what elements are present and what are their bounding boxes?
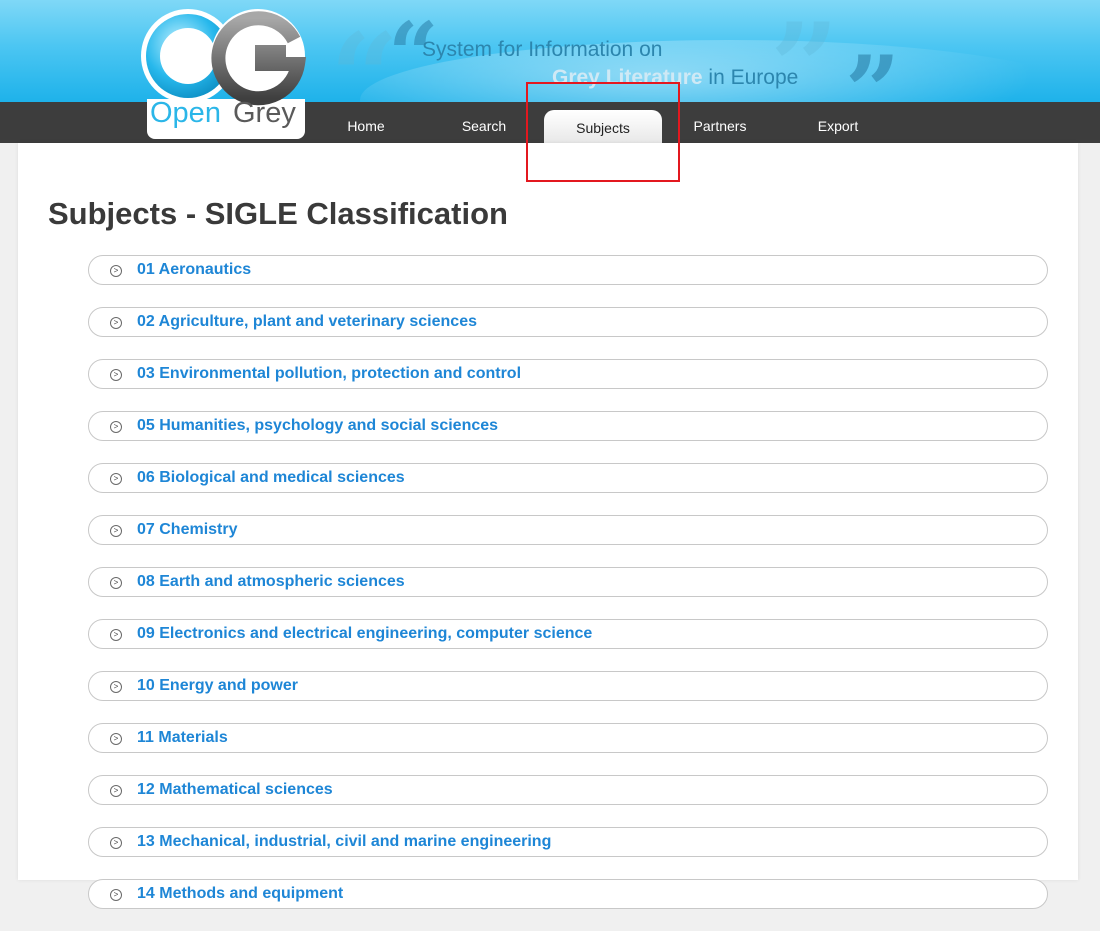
subject-item[interactable]: >08 Earth and atmospheric sciences	[88, 567, 1048, 597]
subject-link[interactable]: 07 Chemistry	[137, 521, 238, 539]
subject-link[interactable]: 05 Humanities, psychology and social sci…	[137, 417, 498, 435]
subject-link[interactable]: 02 Agriculture, plant and veterinary sci…	[137, 313, 477, 331]
nav-home[interactable]: Home	[307, 102, 425, 143]
subject-item[interactable]: >07 Chemistry	[88, 515, 1048, 545]
close-quote-icon: ”	[845, 35, 901, 103]
expand-arrow-icon: >	[110, 317, 122, 329]
subject-link[interactable]: 10 Energy and power	[137, 677, 298, 695]
subject-link[interactable]: 11 Materials	[137, 729, 228, 747]
subject-link[interactable]: 03 Environmental pollution, protection a…	[137, 365, 521, 383]
expand-arrow-icon: >	[110, 525, 122, 537]
expand-arrow-icon: >	[110, 785, 122, 797]
expand-arrow-icon: >	[110, 629, 122, 641]
tagline-line1: System for Information on	[422, 38, 663, 61]
expand-arrow-icon: >	[110, 837, 122, 849]
subject-item[interactable]: >05 Humanities, psychology and social sc…	[88, 411, 1048, 441]
subject-link[interactable]: 13 Mechanical, industrial, civil and mar…	[137, 833, 551, 851]
expand-arrow-icon: >	[110, 369, 122, 381]
subject-link[interactable]: 08 Earth and atmospheric sciences	[137, 573, 405, 591]
expand-arrow-icon: >	[110, 421, 122, 433]
logo-grey-text: Grey	[233, 97, 296, 129]
expand-arrow-icon: >	[110, 577, 122, 589]
subject-link[interactable]: 01 Aeronautics	[137, 261, 251, 279]
highlight-box	[526, 82, 680, 182]
subject-item[interactable]: >09 Electronics and electrical engineeri…	[88, 619, 1048, 649]
expand-arrow-icon: >	[110, 473, 122, 485]
expand-arrow-icon: >	[110, 681, 122, 693]
subject-item[interactable]: >12 Mathematical sciences	[88, 775, 1048, 805]
subject-link[interactable]: 06 Biological and medical sciences	[137, 469, 405, 487]
logo-open-text: Open	[150, 97, 221, 129]
subject-item[interactable]: >06 Biological and medical sciences	[88, 463, 1048, 493]
subject-item[interactable]: >14 Methods and equipment	[88, 879, 1048, 909]
subject-item[interactable]: >03 Environmental pollution, protection …	[88, 359, 1048, 389]
expand-arrow-icon: >	[110, 733, 122, 745]
tagline-rest: in Europe	[708, 66, 799, 89]
nav-export[interactable]: Export	[779, 102, 897, 143]
expand-arrow-icon: >	[110, 889, 122, 901]
subject-link[interactable]: 09 Electronics and electrical engineerin…	[137, 625, 592, 643]
subject-item[interactable]: >13 Mechanical, industrial, civil and ma…	[88, 827, 1048, 857]
subject-list: >01 Aeronautics >02 Agriculture, plant a…	[88, 255, 1048, 931]
page-title: Subjects - SIGLE Classification	[48, 196, 508, 231]
subject-link[interactable]: 14 Methods and equipment	[137, 885, 343, 903]
subject-item[interactable]: >10 Energy and power	[88, 671, 1048, 701]
subject-item[interactable]: >01 Aeronautics	[88, 255, 1048, 285]
subject-link[interactable]: 12 Mathematical sciences	[137, 781, 333, 799]
subject-item[interactable]: >02 Agriculture, plant and veterinary sc…	[88, 307, 1048, 337]
expand-arrow-icon: >	[110, 265, 122, 277]
subject-item[interactable]: >11 Materials	[88, 723, 1048, 753]
